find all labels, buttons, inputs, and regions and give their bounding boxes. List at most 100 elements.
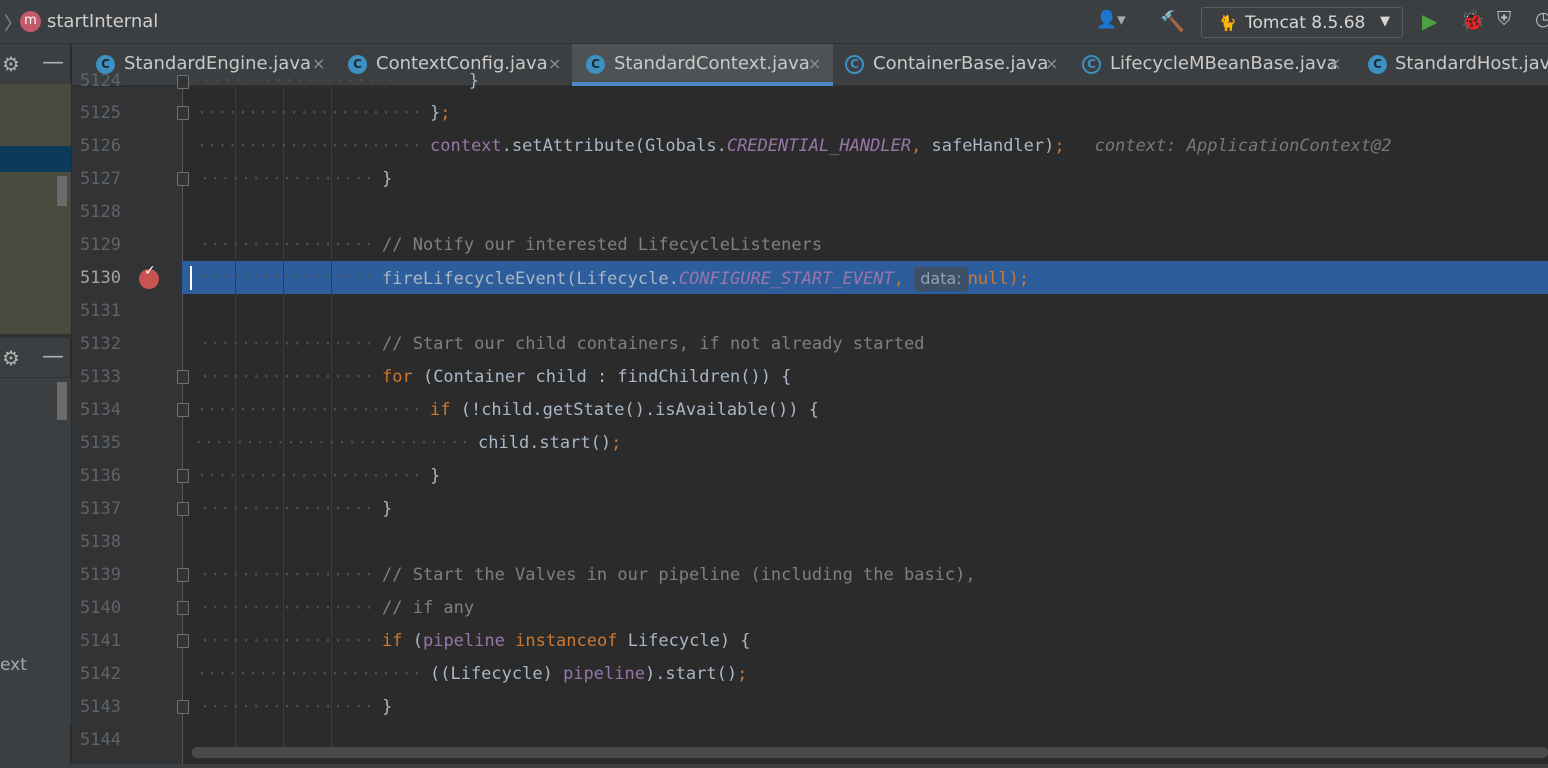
gear-icon[interactable]: ⚙: [2, 52, 20, 76]
tab-label: ContainerBase.java: [873, 53, 1049, 74]
class-icon: C: [586, 55, 605, 74]
line-number: 5134: [80, 400, 121, 420]
code-line: ·················}: [200, 499, 393, 519]
tab-label: StandardHost.java: [1395, 53, 1548, 74]
fold-marker[interactable]: [177, 601, 189, 615]
fold-marker[interactable]: [177, 568, 189, 582]
tab-label: LifecycleMBeanBase.java: [1110, 53, 1338, 74]
coverage-icon[interactable]: ⛨: [1497, 8, 1511, 30]
fold-marker[interactable]: [177, 370, 189, 384]
code-comment: ·················// Start the Valves in …: [200, 565, 976, 585]
active-tab-indicator: [572, 82, 833, 86]
fold-marker[interactable]: [177, 700, 189, 714]
code-line: ··························· child.start()…: [193, 433, 622, 453]
line-number: 5138: [80, 532, 121, 552]
minimize-icon[interactable]: —: [42, 344, 64, 369]
line-number: 5124: [80, 71, 121, 91]
line-number: 5133: [80, 367, 121, 387]
project-tree[interactable]: [0, 84, 71, 334]
code-line: ······················ ((Lifecycle) pipel…: [196, 664, 748, 684]
code-line: ······················ context.setAttribu…: [196, 136, 1392, 156]
debug-icon[interactable]: 🐞: [1460, 8, 1485, 32]
tree-selected-row[interactable]: [0, 146, 71, 172]
tab-lifecycle-mbean-base[interactable]: C LifecycleMBeanBase.java ×: [1070, 44, 1354, 86]
fold-marker[interactable]: [177, 75, 189, 89]
code-line: ················· for (Container child : …: [200, 367, 792, 387]
scrollbar-thumb[interactable]: [57, 176, 67, 206]
code-line: ················· if (pipeline instanceof…: [200, 631, 751, 651]
horizontal-scrollbar[interactable]: [192, 747, 1548, 758]
run-configuration-label: Tomcat 8.5.68: [1245, 13, 1366, 33]
run-icon[interactable]: ▶: [1422, 9, 1437, 33]
code-line: ······················}: [196, 466, 441, 486]
line-number: 5139: [80, 565, 121, 585]
close-icon[interactable]: ×: [808, 54, 821, 73]
left-tool-panel: ⚙ — ⚙ — ext: [0, 44, 71, 766]
line-number: 5128: [80, 202, 121, 222]
line-number: 5135: [80, 433, 121, 453]
line-number-current: 5130: [80, 268, 121, 288]
line-number: 5144: [80, 730, 121, 750]
line-number: 5127: [80, 169, 121, 189]
editor-gutter[interactable]: 5124 5125 5126 5127 5128 5129 5130 5131 …: [72, 71, 182, 766]
project-panel-header: ⚙ —: [0, 44, 71, 84]
fold-marker[interactable]: [177, 403, 189, 417]
code-comment: ·················// if any: [200, 598, 475, 618]
fold-marker[interactable]: [177, 469, 189, 483]
fold-guide-line: [182, 87, 183, 766]
fold-marker[interactable]: [177, 172, 189, 186]
status-bar: [0, 764, 1548, 768]
line-number: 5126: [80, 136, 121, 156]
code-line-current: ················· fireLifecycleEvent(Life…: [200, 267, 1030, 291]
run-configuration-select[interactable]: 🐈 Tomcat 8.5.68 ▼: [1201, 7, 1403, 38]
line-number: 5140: [80, 598, 121, 618]
chevron-down-icon: ▼: [1380, 14, 1390, 29]
scrollbar-thumb[interactable]: [192, 747, 1548, 758]
tab-label: StandardContext.java: [614, 53, 810, 74]
fold-marker[interactable]: [177, 106, 189, 120]
tab-standard-context[interactable]: C StandardContext.java ×: [572, 44, 833, 86]
line-number: 5143: [80, 697, 121, 717]
line-number: 5142: [80, 664, 121, 684]
user-icon[interactable]: 👤▾: [1096, 10, 1126, 30]
code-line: ······················ if (!child.getStat…: [196, 400, 819, 420]
line-number: 5137: [80, 499, 121, 519]
minimize-icon[interactable]: —: [42, 50, 64, 75]
method-icon: m: [20, 11, 41, 32]
code-line: ····················}: [192, 71, 479, 91]
scrollbar-thumb[interactable]: [57, 382, 67, 420]
profiler-icon[interactable]: ◷: [1535, 8, 1548, 30]
code-comment: ·················// Notify our intereste…: [200, 235, 823, 255]
code-comment: ·················// Start our child cont…: [200, 334, 925, 354]
breakpoint-check-icon: ✓: [144, 263, 156, 279]
line-number: 5136: [80, 466, 121, 486]
breadcrumb-method[interactable]: startInternal: [47, 11, 158, 32]
navigation-bar: 〉 m startInternal 👤▾ 🔨 🐈 Tomcat 8.5.68 ▼…: [0, 0, 1548, 44]
gear-icon[interactable]: ⚙: [2, 346, 20, 370]
tab-standard-host[interactable]: C StandardHost.java: [1354, 44, 1548, 86]
tab-container-base[interactable]: C ContainerBase.java ×: [833, 44, 1070, 86]
tomcat-icon: 🐈: [1218, 14, 1237, 32]
close-icon[interactable]: ×: [548, 54, 561, 73]
structure-tree[interactable]: ext: [0, 377, 71, 725]
truncated-tree-label: ext: [0, 655, 27, 675]
abstract-class-icon: C: [1082, 55, 1101, 74]
line-number: 5129: [80, 235, 121, 255]
inline-debug-value: context: ApplicationContext@2: [1094, 136, 1392, 156]
code-line: ·················}: [200, 697, 393, 717]
line-number: 5132: [80, 334, 121, 354]
fold-marker[interactable]: [177, 502, 189, 516]
build-hammer-icon[interactable]: 🔨: [1160, 9, 1185, 33]
close-icon[interactable]: ×: [1328, 54, 1341, 73]
line-number: 5131: [80, 301, 121, 321]
abstract-class-icon: C: [845, 55, 864, 74]
line-number: 5141: [80, 631, 121, 651]
text-caret: [190, 266, 192, 290]
parameter-hint: data:: [914, 267, 968, 291]
code-line: ·················}: [200, 169, 393, 189]
code-editor[interactable]: 5124 5125 5126 5127 5128 5129 5130 5131 …: [72, 71, 1548, 766]
fold-marker[interactable]: [177, 634, 189, 648]
code-line: ······················};: [196, 103, 451, 123]
close-icon[interactable]: ×: [1045, 54, 1058, 73]
structure-panel-header: ⚙ —: [0, 337, 71, 377]
